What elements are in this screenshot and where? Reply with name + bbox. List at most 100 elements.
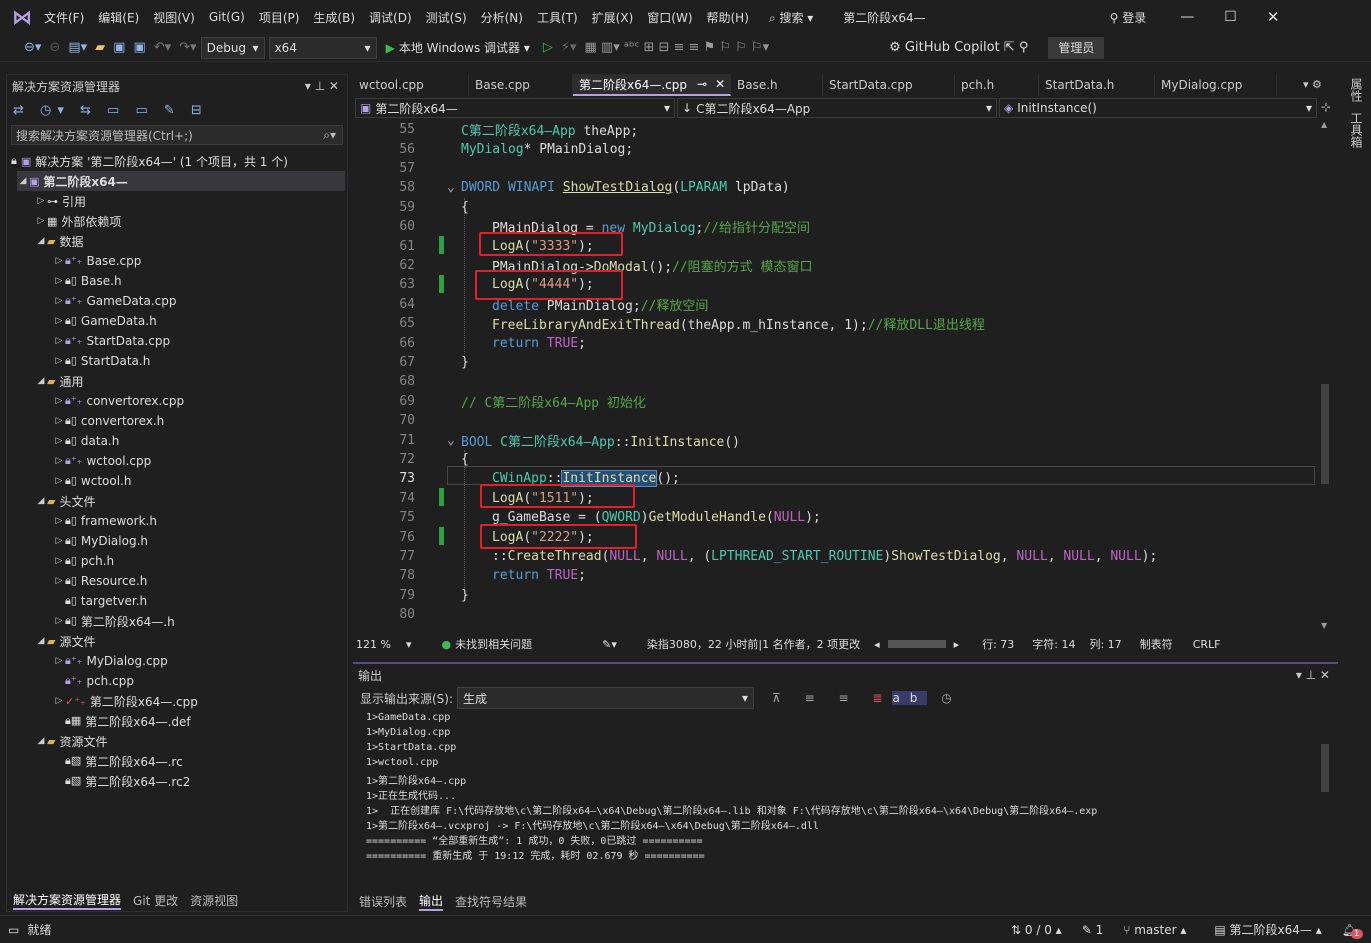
menu-tools[interactable]: 工具(T) [537, 9, 578, 26]
zoom-level[interactable]: 121 % [356, 638, 406, 651]
git-info[interactable]: 染指3080，22 小时前|1 名作者，2 项更改 [647, 636, 860, 652]
solution-search-box[interactable]: 搜索解决方案资源管理器(Ctrl+;) ⌕▾ [11, 125, 343, 145]
tab-overflow-icon[interactable]: ▾ ⚙ [1303, 78, 1322, 91]
maximize-button[interactable]: ☐ [1224, 9, 1237, 25]
zoom-dropdown-icon[interactable]: ▾ [406, 638, 412, 651]
tree-folder-sources[interactable]: ◢ ▰ 源文件 [35, 631, 96, 651]
tree-external-deps[interactable]: ▷ ▦ 外部依赖项 [35, 211, 122, 231]
start-debug-button[interactable]: ▶ 本地 Windows 调试器 ▾ [381, 37, 535, 59]
open-folder-icon[interactable]: ▰ [95, 40, 105, 55]
panel-options-icon[interactable]: ▾ ⊥ ✕ [1296, 668, 1330, 682]
tree-file[interactable]: ▷ 🔒︎▯ Resource.h [53, 571, 148, 591]
vertical-scrollbar[interactable]: ▲ ▼ [1319, 120, 1331, 630]
git-sync-status[interactable]: ⇅ 0 / 0 ▴ [1011, 923, 1062, 937]
explorer-toolbar-icons[interactable]: ⇄ ◷▾ ⇆ ▭ ▭ ✎ ⊟ [13, 103, 208, 118]
tree-solution[interactable]: 🔒︎ ▣ 解决方案 '第二阶段x64—' (1 个项目，共 1 个) [11, 151, 288, 171]
tree-file[interactable]: ▷ 🔒︎▯ GameData.h [53, 311, 157, 331]
tree-file[interactable]: 🔒︎▯ targetver.h [65, 591, 147, 611]
nav-member-dropdown[interactable]: ◈ InitInstance() ▾ [999, 98, 1317, 118]
tab-git-changes[interactable]: Git 更改 [133, 892, 178, 909]
menu-window[interactable]: 窗口(W) [647, 9, 692, 26]
menu-help[interactable]: 帮助(H) [707, 9, 749, 26]
git-repo[interactable]: ▤ 第二阶段x64— ▴ [1214, 921, 1321, 938]
tree-file[interactable]: ▷ 🔒︎⁺₊ StartData.cpp [53, 331, 171, 351]
menu-analyze[interactable]: 分析(N) [481, 9, 523, 26]
brush-icon[interactable]: ✎▾ [602, 638, 617, 651]
tab-wctool-cpp[interactable]: wctool.cpp [353, 74, 469, 96]
tree-folder-headers[interactable]: ◢ ▰ 头文件 [35, 491, 96, 511]
output-toolbar-icons[interactable]: ⊼ ≡ ≡ ≣ab ◷ [772, 691, 962, 705]
output-source-dropdown[interactable]: 生成 ▾ [457, 687, 755, 709]
tree-references[interactable]: ▷ ⊶ 引用 [35, 191, 86, 211]
output-vertical-scrollbar[interactable] [1319, 712, 1331, 872]
toolbox-tab[interactable]: 工具箱 [1348, 112, 1365, 148]
menu-build[interactable]: 生成(B) [313, 9, 355, 26]
close-window-button[interactable]: ✕ [1267, 8, 1280, 26]
tree-file[interactable]: ▷ 🔒︎⁺₊ convertorex.cpp [53, 391, 185, 411]
fold-icon[interactable]: ⌄ [447, 433, 461, 448]
menu-file[interactable]: 文件(F) [44, 9, 84, 26]
panel-options-icon[interactable]: ▾ ⊥ ✕ [305, 79, 339, 93]
scrollbar-thumb[interactable] [1321, 384, 1329, 484]
git-branch[interactable]: ⑂ master ▴ [1123, 923, 1186, 937]
menu-extensions[interactable]: 扩展(X) [592, 9, 634, 26]
tab-solution-explorer[interactable]: 解决方案资源管理器 [13, 891, 122, 910]
tab-find-symbol-results[interactable]: 查找符号结果 [455, 893, 527, 910]
redo-icon[interactable]: ↷▾ [179, 40, 196, 55]
pending-edits[interactable]: ✎ 1 [1082, 923, 1104, 937]
hot-reload-icon[interactable]: ⚡▾ [561, 40, 577, 55]
save-icon[interactable]: ▣ [113, 40, 125, 55]
tree-file[interactable]: 🔒︎▧ 第二阶段x64—.rc [65, 751, 183, 771]
tab-resource-view[interactable]: 资源视图 [190, 892, 238, 909]
forward-icon[interactable]: ⊖ [49, 40, 60, 55]
config-dropdown[interactable]: Debug ▾ [200, 36, 265, 59]
tab-base-h[interactable]: Base.h [731, 74, 823, 96]
scroll-up-icon[interactable]: ▲ [1321, 120, 1327, 129]
tab-mydialog-cpp[interactable]: MyDialog.cpp [1155, 74, 1277, 96]
login-button[interactable]: ⚲ 登录 [1110, 9, 1147, 26]
tree-file[interactable]: ▷ 🔒︎▯ MyDialog.h [53, 531, 148, 551]
tree-file[interactable]: ▷ 🔒︎⁺₊ wctool.cpp [53, 451, 152, 471]
tree-file[interactable]: 🔒︎⁺₊ pch.cpp [65, 671, 134, 691]
start-without-debug-icon[interactable]: ▷ [543, 40, 553, 55]
scroll-down-icon[interactable]: ▼ [1321, 621, 1327, 630]
new-project-icon[interactable]: ▤▾ [68, 40, 87, 55]
tree-file[interactable]: ▷ 🔒︎▯ 第二阶段x64—.h [53, 611, 175, 631]
split-editor-icon[interactable]: ⊹ [1321, 100, 1331, 114]
menu-project[interactable]: 项目(P) [259, 9, 300, 26]
tree-file[interactable]: ▷ 🔒︎⁺₊ MyDialog.cpp [53, 651, 168, 671]
tree-file[interactable]: ▷ 🔒︎▯ wctool.h [53, 471, 132, 491]
tree-file[interactable]: ▷ 🔒︎⁺₊ Base.cpp [53, 251, 142, 271]
notifications-button[interactable]: 🔔︎ 1 [1342, 923, 1363, 939]
tab-base-cpp[interactable]: Base.cpp [469, 74, 573, 96]
scrollbar-thumb[interactable] [1321, 744, 1329, 792]
tab-startdata-cpp[interactable]: StartData.cpp [823, 74, 955, 96]
menu-test[interactable]: 测试(S) [426, 9, 467, 26]
menu-debug[interactable]: 调试(D) [369, 9, 412, 26]
undo-icon[interactable]: ↶▾ [154, 40, 171, 55]
pin-icon[interactable]: ⊸ [697, 77, 707, 91]
tab-main-cpp[interactable]: 第二阶段x64—.cpp ⊸ ✕ [573, 74, 731, 96]
back-icon[interactable]: ⊖▾ [24, 40, 41, 55]
issues-status[interactable]: 未找到相关问题 [455, 636, 532, 652]
nav-project-dropdown[interactable]: ▣ 第二阶段x64— ▾ [355, 98, 675, 118]
tab-output[interactable]: 输出 [419, 892, 444, 911]
minimize-button[interactable]: — [1180, 9, 1194, 25]
search-icon[interactable]: ⌕▾ [323, 128, 336, 143]
tree-file[interactable]: ▷ 🔒︎▯ pch.h [53, 551, 115, 571]
tree-file[interactable]: ▷ 🔒︎▯ Base.h [53, 271, 122, 291]
menu-edit[interactable]: 编辑(E) [98, 9, 139, 26]
tree-project[interactable]: ◢ ▣ 第二阶段x64— [17, 171, 345, 191]
tab-error-list[interactable]: 错误列表 [359, 893, 407, 910]
tree-file[interactable]: ▷ 🔒︎⁺₊ GameData.cpp [53, 291, 177, 311]
tree-folder-common[interactable]: ◢ ▰ 通用 [35, 371, 84, 391]
tree-folder-resources[interactable]: ◢ ▰ 资源文件 [35, 731, 108, 751]
line-ending[interactable]: CRLF [1193, 638, 1221, 651]
code-area[interactable]: 55 C第二阶段x64—App theApp; 56 MyDialog* PMain… [353, 120, 1323, 632]
tab-startdata-h[interactable]: StartData.h [1039, 74, 1155, 96]
platform-dropdown[interactable]: x64 ▾ [268, 36, 377, 59]
copilot-button[interactable]: ⚙ GitHub Copilot ⇱ ⚲ [889, 40, 1028, 55]
tree-file[interactable]: 🔒︎▦ 第二阶段x64—.def [65, 711, 191, 731]
tree-file[interactable]: ▷ 🔒︎▯ framework.h [53, 511, 157, 531]
nav-class-dropdown[interactable]: ↓ C第二阶段x64—App ▾ [677, 98, 997, 118]
